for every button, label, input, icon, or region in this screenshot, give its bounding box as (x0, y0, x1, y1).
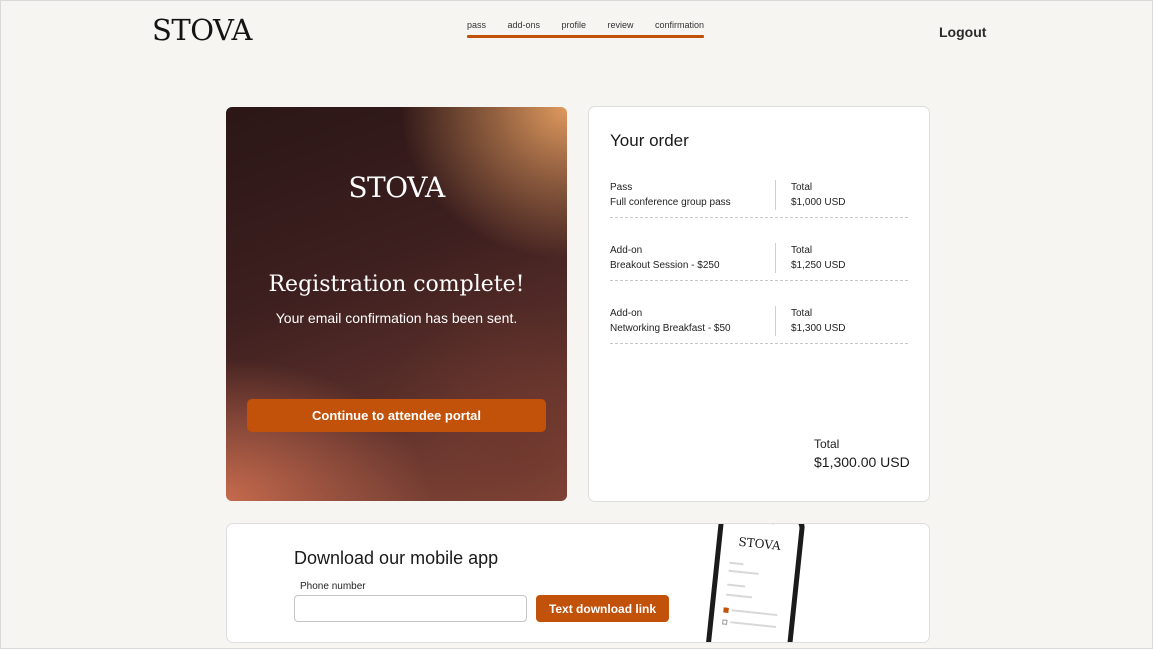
order-row: Pass Full conference group pass Total $1… (610, 180, 908, 218)
phone-checkbox (722, 619, 728, 625)
phone-number-label: Phone number (300, 581, 366, 592)
order-item-type: Add-on (610, 245, 643, 256)
hero-logo: STOVA (348, 171, 445, 204)
phone-notch (746, 524, 778, 525)
brand-logo[interactable]: STOVA (152, 13, 252, 47)
order-item-name: Networking Breakfast - $50 (610, 323, 731, 334)
logout-link[interactable]: Logout (939, 24, 986, 40)
order-summary: Your order Pass Full conference group pa… (588, 106, 930, 502)
phone-checkbox (723, 607, 729, 613)
hero-title: Registration complete! (268, 272, 525, 297)
confirmation-hero: STOVA Registration complete! Your email … (226, 107, 567, 501)
phone-ui-line (731, 609, 778, 617)
phone-ui-line (728, 569, 759, 575)
phone-screen: STOVA (709, 524, 801, 642)
app-download-title: Download our mobile app (294, 548, 499, 568)
phone-ui-line (730, 621, 777, 628)
hero-subtitle: Your email confirmation has been sent. (275, 310, 518, 326)
phone-logo: STOVA (737, 534, 782, 554)
order-total-value: $1,300.00 USD (814, 454, 910, 470)
row-divider (775, 243, 776, 273)
row-divider (775, 180, 776, 210)
mobile-app-panel: Download our mobile app Phone number Tex… (226, 523, 930, 643)
phone-number-input[interactable] (294, 595, 527, 622)
order-item-name: Full conference group pass (610, 197, 731, 208)
phone-ui-line (727, 583, 746, 588)
order-item-type: Add-on (610, 308, 643, 319)
order-item-name: Breakout Session - $250 (610, 260, 720, 271)
continue-portal-button[interactable]: Continue to attendee portal (247, 399, 546, 432)
order-item-total-label: Total (791, 182, 813, 193)
order-item-total-label: Total (791, 245, 813, 256)
text-download-link-button[interactable]: Text download link (536, 595, 669, 622)
order-item-total: $1,000 USD (791, 197, 846, 208)
order-row: Add-on Networking Breakfast - $50 Total … (610, 306, 908, 344)
phone-ui-line (729, 561, 744, 566)
order-total-label: Total (814, 437, 840, 451)
phone-mockup-image: STOVA (704, 524, 806, 642)
order-row: Add-on Breakout Session - $250 Total $1,… (610, 243, 908, 281)
order-item-total-label: Total (791, 308, 813, 319)
progress-bar (467, 35, 704, 38)
order-title: Your order (610, 131, 689, 150)
row-divider (775, 306, 776, 336)
order-item-type: Pass (610, 182, 633, 193)
order-item-total: $1,300 USD (791, 323, 846, 334)
order-item-total: $1,250 USD (791, 260, 846, 271)
phone-ui-line (726, 593, 753, 599)
